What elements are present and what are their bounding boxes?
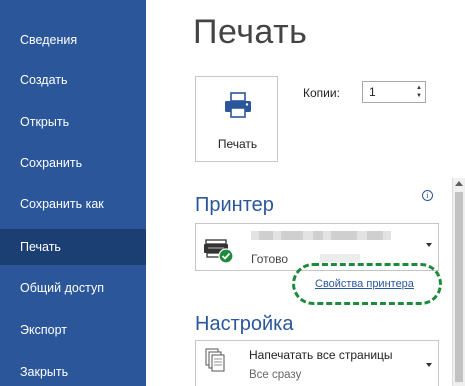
print-button[interactable]: Печать xyxy=(195,76,278,162)
sidebar-item-save[interactable]: Сохранить xyxy=(0,145,146,181)
info-icon[interactable]: i xyxy=(422,190,433,201)
print-range-dropdown[interactable]: Напечатать все страницы Все сразу xyxy=(195,340,439,386)
sidebar-item-close[interactable]: Закрыть xyxy=(0,354,146,386)
print-range-sub: Все сразу xyxy=(249,369,302,381)
printer-ready-icon xyxy=(204,239,234,264)
sidebar-item-print[interactable]: Печать xyxy=(0,229,146,265)
printer-properties-link[interactable]: Свойства принтера xyxy=(315,278,414,290)
printer-name-redacted xyxy=(251,231,391,240)
scroll-thumb[interactable] xyxy=(455,192,463,382)
pages-icon xyxy=(205,348,225,372)
sidebar-item-share[interactable]: Общий доступ xyxy=(0,270,146,306)
spin-down-icon[interactable]: ▼ xyxy=(415,92,423,100)
sidebar-item-open[interactable]: Открыть xyxy=(0,104,146,140)
chevron-down-icon xyxy=(426,363,432,367)
copies-label: Копии: xyxy=(303,86,340,100)
setup-section-title: Настройка xyxy=(195,313,294,335)
printer-icon xyxy=(225,92,251,118)
chevron-down-icon xyxy=(426,243,432,247)
print-button-label: Печать xyxy=(217,137,258,151)
printer-status-redacted xyxy=(320,254,360,262)
print-range-selection: Напечатать все страницы xyxy=(249,348,393,362)
printer-section-title: Принтер xyxy=(195,194,274,216)
scrollbar[interactable] xyxy=(452,178,465,386)
scroll-up-icon[interactable] xyxy=(455,181,463,186)
sidebar-item-info[interactable]: Сведения xyxy=(0,22,146,58)
backstage-sidebar: Сведения Создать Открыть Сохранить Сохра… xyxy=(0,0,146,386)
printer-status: Готово xyxy=(251,252,289,266)
sidebar-item-export[interactable]: Экспорт xyxy=(0,312,146,348)
copies-stepper[interactable]: 1 ▲ ▼ xyxy=(362,81,426,103)
sidebar-item-new[interactable]: Создать xyxy=(0,62,146,98)
sidebar-item-save-as[interactable]: Сохранить как xyxy=(0,186,146,222)
spin-up-icon[interactable]: ▲ xyxy=(415,84,423,92)
copies-value: 1 xyxy=(369,85,376,99)
page-title: Печать xyxy=(193,13,308,51)
